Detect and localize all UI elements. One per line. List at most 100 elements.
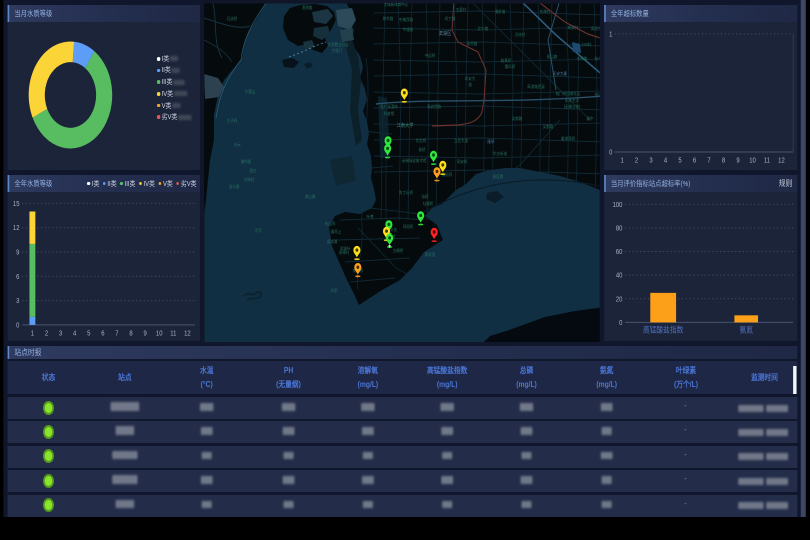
svg-text:古栅桥: 古栅桥 <box>393 248 404 253</box>
svg-text:寿安桥: 寿安桥 <box>457 159 468 164</box>
svg-text:5: 5 <box>87 330 91 338</box>
svg-text:7: 7 <box>115 330 119 338</box>
svg-text:15: 15 <box>13 200 20 208</box>
svg-text:中美西路: 中美西路 <box>399 17 413 22</box>
svg-text:惠风桥: 惠风桥 <box>505 64 516 69</box>
svg-text:3: 3 <box>649 157 653 165</box>
svg-text:8: 8 <box>722 157 726 165</box>
svg-text:社塘桥: 社塘桥 <box>423 201 434 206</box>
svg-text:6: 6 <box>693 157 697 165</box>
svg-text:0: 0 <box>16 322 20 330</box>
svg-text:11: 11 <box>764 157 770 165</box>
svg-text:东降村: 东降村 <box>540 9 551 14</box>
svg-text:羊梅村: 羊梅村 <box>244 177 255 182</box>
svg-text:3: 3 <box>59 330 63 338</box>
svg-text:7: 7 <box>707 157 711 165</box>
svg-text:吴都路: 吴都路 <box>512 116 523 121</box>
svg-text:汤公塘: 汤公塘 <box>229 184 240 189</box>
svg-text:同丽桥: 同丽桥 <box>403 224 414 229</box>
svg-text:无锡绿波美术馆: 无锡绿波美术馆 <box>402 158 427 163</box>
svg-text:氨氮: 氨氮 <box>739 325 753 335</box>
svg-text:立信大道: 立信大道 <box>454 138 468 143</box>
svg-text:容庄: 容庄 <box>249 168 256 173</box>
svg-text:1: 1 <box>620 157 624 165</box>
svg-text:天安大厦: 天安大厦 <box>553 71 567 76</box>
svg-text:大味新体育中心: 大味新体育中心 <box>384 2 409 7</box>
svg-text:尚丁石桥: 尚丁石桥 <box>399 190 413 195</box>
svg-text:具区路: 具区路 <box>493 174 504 179</box>
svg-text:石皮桥: 石皮桥 <box>227 16 238 21</box>
svg-text:机场路: 机场路 <box>595 92 600 97</box>
svg-text:薛家里: 薛家里 <box>425 252 436 257</box>
svg-text:高浪路西延: 高浪路西延 <box>527 84 545 89</box>
svg-text:东山坞: 东山坞 <box>325 221 336 226</box>
svg-text:寿安大: 寿安大 <box>465 76 476 81</box>
svg-text:晋秀路: 晋秀路 <box>467 41 478 46</box>
svg-text:叶巷: 叶巷 <box>366 214 373 219</box>
svg-text:塘中: 塘中 <box>586 116 593 121</box>
svg-text:北中路: 北中路 <box>478 26 489 31</box>
svg-text:8: 8 <box>129 330 133 338</box>
svg-text:太子弄: 太子弄 <box>227 118 238 123</box>
svg-text:烟雨上: 烟雨上 <box>331 229 342 234</box>
svg-text:4: 4 <box>664 157 668 165</box>
svg-text:东绎路: 东绎路 <box>577 56 588 61</box>
svg-text:大箕山: 大箕山 <box>245 89 256 94</box>
svg-text:大楼门: 大楼门 <box>332 48 343 53</box>
svg-text:40: 40 <box>616 272 623 280</box>
svg-text:隐秀路: 隐秀路 <box>383 16 394 21</box>
svg-text:6: 6 <box>101 330 105 338</box>
svg-text:0: 0 <box>619 319 623 327</box>
svg-text:板桥: 板桥 <box>419 147 426 152</box>
svg-text:大湖置业分店: 大湖置业分店 <box>327 42 348 47</box>
svg-text:60: 60 <box>616 249 623 257</box>
svg-text:5: 5 <box>678 157 682 165</box>
svg-text:2: 2 <box>635 157 639 165</box>
svg-text:20: 20 <box>616 296 623 304</box>
svg-text:尚丁路: 尚丁路 <box>445 16 456 21</box>
svg-text:重鸡星: 重鸡星 <box>241 159 252 164</box>
svg-text:12: 12 <box>184 330 191 338</box>
svg-text:80: 80 <box>616 225 623 233</box>
svg-text:1: 1 <box>609 31 613 39</box>
svg-text:▼: ▼ <box>388 244 392 249</box>
svg-text:高锰酸盐指数: 高锰酸盐指数 <box>643 325 684 335</box>
svg-text:科普馆: 科普馆 <box>384 111 395 116</box>
svg-text:9: 9 <box>143 330 147 338</box>
svg-text:高浪东路: 高浪东路 <box>591 26 600 31</box>
svg-text:滨湖区: 滨湖区 <box>439 30 452 38</box>
svg-text:3: 3 <box>16 298 20 306</box>
svg-text:华庄街道: 华庄街道 <box>493 151 507 156</box>
svg-text:水元: 水元 <box>233 142 240 147</box>
svg-text:渔港路: 渔港路 <box>302 5 313 10</box>
svg-text:清舒道: 清舒道 <box>495 9 506 14</box>
svg-text:中促桥: 中促桥 <box>425 53 436 58</box>
svg-text:北定桥: 北定桥 <box>416 138 427 143</box>
svg-text:100: 100 <box>613 201 623 209</box>
svg-text:0: 0 <box>609 149 613 157</box>
svg-text:1: 1 <box>31 330 35 338</box>
svg-text:观山路: 观山路 <box>547 54 558 59</box>
svg-text:杨家村: 杨家村 <box>568 25 579 30</box>
svg-text:道: 道 <box>468 82 472 87</box>
svg-text:12: 12 <box>13 225 20 233</box>
svg-text:4: 4 <box>73 330 77 338</box>
svg-text:张桥: 张桥 <box>421 194 428 199</box>
svg-text:大浮: 大浮 <box>254 228 261 233</box>
svg-text:6: 6 <box>16 273 20 281</box>
svg-text:五爱村: 五爱村 <box>456 7 467 12</box>
svg-text:长广溪湿地: 长广溪湿地 <box>380 104 398 109</box>
svg-text:隆亭: 隆亭 <box>487 139 494 144</box>
svg-text:采楝村: 采楝村 <box>339 250 350 255</box>
svg-text:吴都路: 吴都路 <box>543 124 554 129</box>
svg-text:杭州湾: 杭州湾 <box>595 56 600 61</box>
svg-text:9: 9 <box>16 249 20 257</box>
svg-text:东南大学: 东南大学 <box>565 98 579 103</box>
svg-text:湖山塘: 湖山塘 <box>305 194 316 199</box>
svg-text:天绘村: 天绘村 <box>515 32 526 37</box>
svg-text:高浪西路: 高浪西路 <box>427 104 441 109</box>
svg-text:11: 11 <box>170 330 176 338</box>
svg-text:牛塘街: 牛塘街 <box>403 27 414 32</box>
svg-text:10: 10 <box>749 157 756 165</box>
svg-text:梁湖浦: 梁湖浦 <box>327 239 338 244</box>
